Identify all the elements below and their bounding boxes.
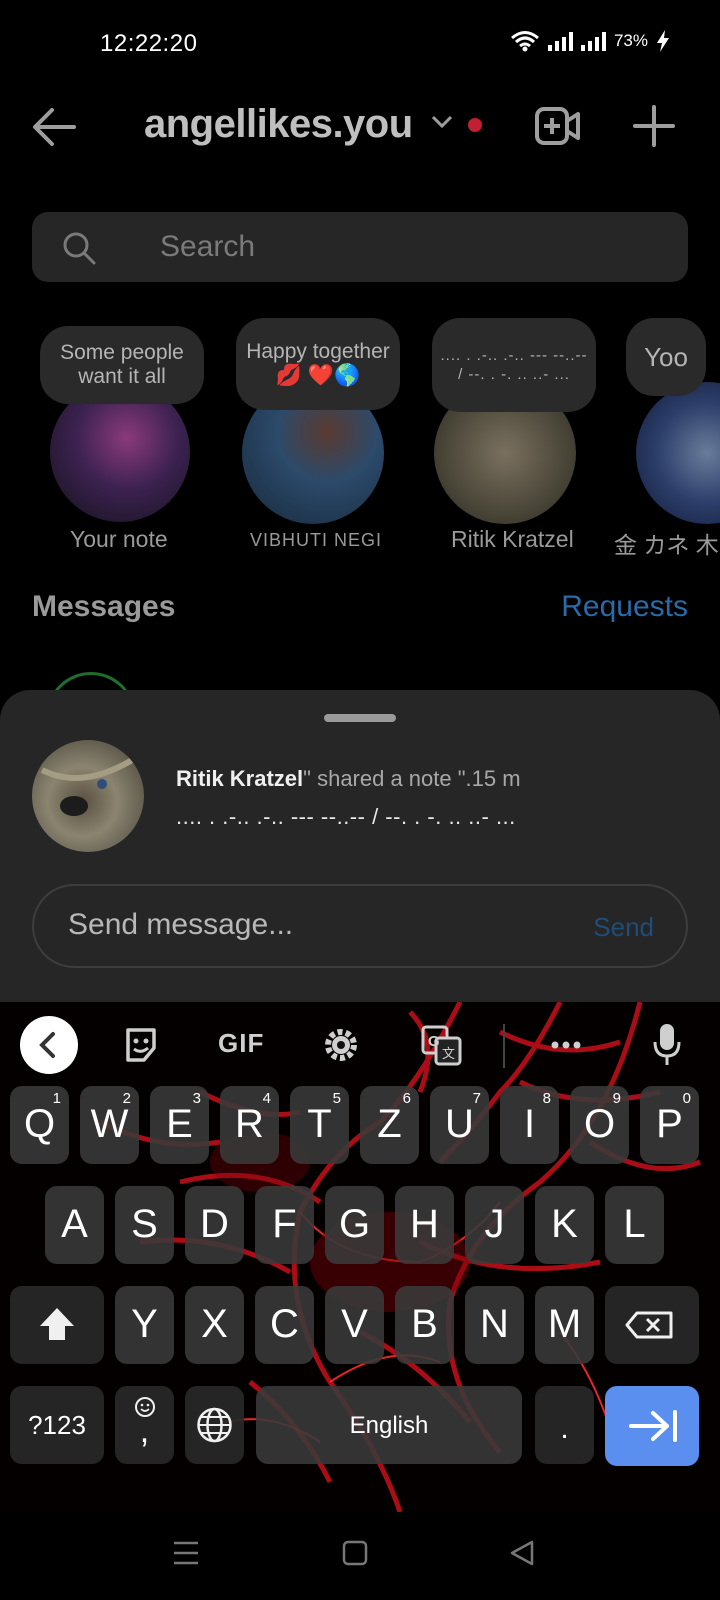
toolbar-divider [503,1024,505,1068]
period-key[interactable]: . [535,1386,594,1464]
key-f[interactable]: F [255,1186,314,1264]
note-bubble-2[interactable]: Happy together 💋 ❤️🌎 [236,318,400,410]
note-reply-sheet: Ritik Kratzel" shared a note ".15 m ....… [0,690,720,1002]
tab-arrow-icon [629,1410,677,1442]
key-x[interactable]: X [185,1286,244,1364]
globe-icon [197,1407,232,1443]
key-k[interactable]: K [535,1186,594,1264]
top-bar: angellikes.you [0,92,720,162]
key-z[interactable]: 6Z [360,1086,419,1164]
avatar-photo [40,757,134,816]
language-key[interactable] [185,1386,244,1464]
note-bubble-4[interactable]: Yoo [626,318,706,396]
status-icons: 73% [510,30,670,52]
home-icon[interactable] [342,1540,368,1566]
signal-1-icon [547,31,573,51]
key-m[interactable]: M [535,1286,594,1364]
enter-key[interactable] [605,1386,699,1466]
video-add-icon[interactable] [534,104,582,148]
plus-icon[interactable] [632,104,676,148]
drag-handle[interactable] [324,714,396,722]
message-input[interactable]: Send message... Send [32,884,688,968]
emoji-comma-key[interactable]: , [115,1386,174,1464]
battery-percent: 73% [613,31,648,50]
note-author-name: Ritik Kratzel [176,766,304,791]
backspace-key[interactable] [605,1286,699,1364]
note-name-1: Your note [70,526,168,552]
svg-text:G: G [428,1033,440,1050]
note-author-avatar[interactable] [32,740,144,852]
more-options-icon[interactable] [550,1040,582,1050]
chevron-down-icon[interactable] [430,114,454,130]
chevron-left-icon [39,1032,55,1058]
key-u[interactable]: 7U [430,1086,489,1164]
notes-carousel: Some people want it all Your note Happy … [0,318,720,568]
shared-note-text: " shared a note ".15 m [303,766,521,791]
signal-2-icon [580,31,606,51]
key-v[interactable]: V [325,1286,384,1364]
key-e[interactable]: 3E [150,1086,209,1164]
keyboard-toolbar: GIF G 文 [0,1002,720,1090]
settings-gear-icon[interactable] [322,1026,360,1064]
backspace-icon [625,1311,673,1339]
key-q[interactable]: 1Q [10,1086,69,1164]
key-s[interactable]: S [115,1186,174,1264]
note-name-2: VIBHUTI NEGI [250,530,383,550]
shift-key[interactable] [10,1286,104,1364]
collapse-toolbar-button[interactable] [20,1016,78,1074]
wifi-icon [511,31,539,52]
send-button[interactable]: Send [593,912,654,943]
clock: 12:22:20 [100,30,198,57]
requests-link[interactable]: Requests [561,590,688,624]
messages-title: Messages [32,590,176,623]
sticker-icon[interactable] [122,1026,160,1064]
key-i[interactable]: 8I [500,1086,559,1164]
messages-header: Messages Requests [32,590,688,630]
recents-menu-icon[interactable] [172,1540,200,1566]
note-content: .... . .-.. .-.. --- --..-- / --. . -. .… [176,804,516,829]
key-n[interactable]: N [465,1286,524,1364]
space-key[interactable]: English [256,1386,522,1464]
shared-note-info: Ritik Kratzel" shared a note ".15 m [176,766,521,792]
note-bubble-3[interactable]: .... . .-.. .-.. --- --..-- / --. . -. .… [432,318,596,412]
key-h[interactable]: H [395,1186,454,1264]
key-y[interactable]: Y [115,1286,174,1364]
shift-icon [40,1308,74,1340]
gif-button[interactable]: GIF [218,1028,264,1059]
key-r[interactable]: 4R [220,1086,279,1164]
key-c[interactable]: C [255,1286,314,1364]
charging-icon [657,30,669,52]
microphone-icon[interactable] [652,1022,682,1068]
note-name-3: Ritik Kratzel [451,526,574,552]
key-w[interactable]: 2W [80,1086,139,1164]
key-t[interactable]: 5T [290,1086,349,1164]
search-bar[interactable]: Search [32,212,688,282]
key-d[interactable]: D [185,1186,244,1264]
search-placeholder: Search [160,230,256,263]
translate-icon[interactable]: G 文 [420,1024,462,1066]
svg-text:文: 文 [442,1046,455,1061]
message-placeholder: Send message... [68,908,294,941]
key-o[interactable]: 9O [570,1086,629,1164]
status-bar: 12:22:20 73% [0,0,720,88]
note-name-4: 金 カネ 木 [614,532,719,558]
search-icon [63,232,96,265]
key-b[interactable]: B [395,1286,454,1364]
back-arrow-icon[interactable] [30,104,80,150]
key-a[interactable]: A [45,1186,104,1264]
back-triangle-icon[interactable] [508,1540,536,1566]
note-bubble-1[interactable]: Some people want it all [40,326,204,404]
note-avatar-4[interactable] [636,382,720,524]
symbols-key[interactable]: ?123 [10,1386,104,1464]
key-l[interactable]: L [605,1186,664,1264]
notification-dot [468,118,482,132]
key-g[interactable]: G [325,1186,384,1264]
system-nav-bar [0,1512,720,1600]
key-p[interactable]: 0P [640,1086,699,1164]
key-j[interactable]: J [465,1186,524,1264]
account-name[interactable]: angellikes.you [144,102,413,147]
keyboard: GIF G 文 1Q 2W 3E 4R 5T 6Z 7U 8I 9O 0P A … [0,1002,720,1512]
